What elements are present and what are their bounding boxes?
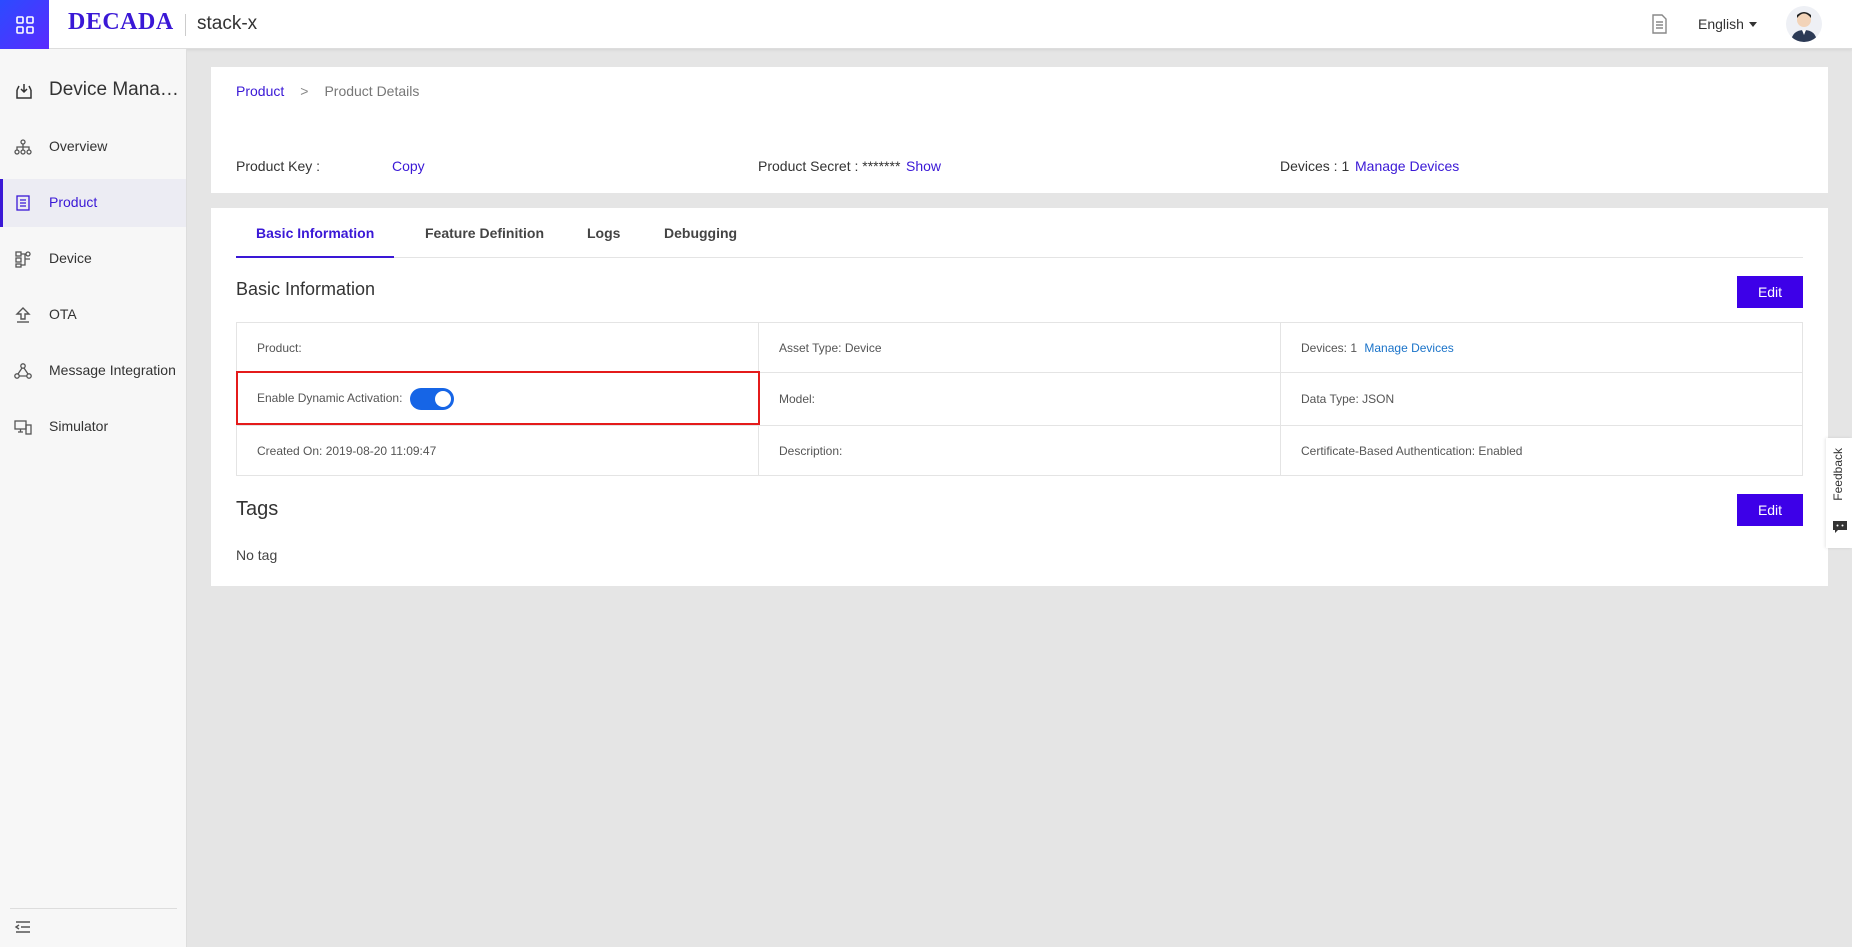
breadcrumb-separator: > — [300, 83, 309, 99]
dynamic-activation-field: Enable Dynamic Activation: — [236, 372, 759, 426]
tags-title: Tags — [236, 498, 279, 520]
decada-logo[interactable]: DECADA — [68, 9, 174, 36]
sidebar-title-label: Device Management — [49, 79, 179, 100]
data-type-field: Data Type: JSON — [1280, 372, 1803, 426]
simulator-icon — [14, 420, 32, 435]
sidebar-item-ota[interactable]: OTA — [0, 291, 186, 339]
project-name: stack-x — [197, 13, 258, 34]
breadcrumb-current: Product Details — [324, 83, 420, 99]
product-summary-card: Product > Product Details Product Key : … — [211, 67, 1828, 193]
dynamic-activation-label: Enable Dynamic Activation: — [257, 391, 403, 406]
edit-basic-info-button[interactable]: Edit — [1737, 276, 1803, 308]
tab-bar: Basic Information Feature Definition Log… — [236, 208, 1803, 258]
manage-devices-link[interactable]: Manage Devices — [1355, 158, 1459, 174]
upload-icon — [15, 307, 31, 323]
table-row: Created On: 2019-08-20 11:09:47 Descript… — [236, 425, 1803, 476]
feedback-tab[interactable]: Feedback — [1826, 438, 1852, 548]
active-tab-indicator — [236, 256, 394, 258]
cert-auth-field: Certificate-Based Authentication: Enable… — [1280, 425, 1803, 476]
chevron-down-icon — [1748, 21, 1757, 27]
sidebar-item-label: OTA — [49, 306, 77, 322]
breadcrumb-product-link[interactable]: Product — [236, 83, 284, 99]
device-icon — [15, 251, 31, 268]
language-label: English — [1698, 16, 1744, 32]
feedback-label: Feedback — [1831, 448, 1845, 501]
top-bar: DECADA stack-x English — [0, 0, 1852, 49]
product-secret-label: Product Secret : ******* — [758, 158, 901, 174]
avatar-icon — [1791, 12, 1817, 42]
sidebar-item-label: Product — [49, 194, 98, 210]
table-row: Enable Dynamic Activation: Model: Data T… — [236, 372, 1803, 426]
copy-product-key-link[interactable]: Copy — [392, 158, 425, 174]
sidebar-item-label: Simulator — [49, 418, 109, 434]
dynamic-activation-toggle[interactable] — [409, 388, 454, 410]
tab-basic-information[interactable]: Basic Information — [256, 225, 374, 241]
basic-info-table: Product: Asset Type: Device Devices: 1 M… — [236, 322, 1803, 476]
show-secret-link[interactable]: Show — [906, 158, 941, 174]
breadcrumb: Product > Product Details — [236, 83, 419, 99]
model-field: Model: — [758, 372, 1281, 426]
tab-debugging[interactable]: Debugging — [664, 225, 737, 241]
sidebar-item-label: Overview — [49, 138, 108, 154]
user-avatar[interactable] — [1786, 6, 1822, 42]
devices-field: Devices: 1 Manage Devices — [1280, 322, 1803, 373]
grid-icon — [15, 15, 34, 34]
tab-logs[interactable]: Logs — [587, 225, 620, 241]
created-on-field: Created On: 2019-08-20 11:09:47 — [236, 425, 759, 476]
manage-devices-table-link[interactable]: Manage Devices — [1364, 341, 1453, 355]
product-details-card: Basic Information Feature Definition Log… — [211, 208, 1828, 586]
product-key-label: Product Key : — [236, 158, 321, 174]
device-management-icon — [16, 84, 32, 99]
chat-icon — [1833, 521, 1847, 533]
sitemap-icon — [14, 139, 32, 155]
document-icon[interactable] — [1649, 13, 1669, 35]
share-nodes-icon — [14, 363, 32, 379]
sidebar-item-label: Message Integration — [49, 362, 176, 378]
language-selector[interactable]: English — [1698, 16, 1757, 32]
tab-feature-definition[interactable]: Feature Definition — [425, 225, 544, 241]
sidebar-item-label: Device — [49, 250, 92, 266]
devices-field-label: Devices: 1 — [1301, 340, 1358, 355]
sidebar-item-device[interactable]: Device — [0, 235, 186, 283]
edit-tags-button[interactable]: Edit — [1737, 494, 1803, 526]
sidebar-item-product[interactable]: Product — [0, 179, 186, 227]
sidebar-divider — [10, 908, 177, 909]
sidebar-item-overview[interactable]: Overview — [0, 123, 186, 171]
app-launcher-button[interactable] — [0, 0, 49, 49]
table-row: Product: Asset Type: Device Devices: 1 M… — [236, 322, 1803, 373]
basic-information-title: Basic Information — [236, 279, 376, 299]
asset-type-field: Asset Type: Device — [758, 322, 1281, 373]
sidebar-title: Device Management — [0, 76, 186, 106]
product-icon — [16, 195, 30, 211]
collapse-menu-icon[interactable] — [14, 919, 32, 935]
description-field: Description: — [758, 425, 1281, 476]
devices-count-label: Devices : 1 — [1280, 158, 1350, 174]
sidebar-item-simulator[interactable]: Simulator — [0, 403, 186, 451]
product-field: Product: — [236, 322, 759, 373]
sidebar-item-message-integration[interactable]: Message Integration — [0, 347, 186, 395]
sidebar: Device Management Overview Product Devic… — [0, 49, 187, 947]
logo-divider — [185, 14, 186, 36]
no-tag-text: No tag — [236, 547, 278, 563]
